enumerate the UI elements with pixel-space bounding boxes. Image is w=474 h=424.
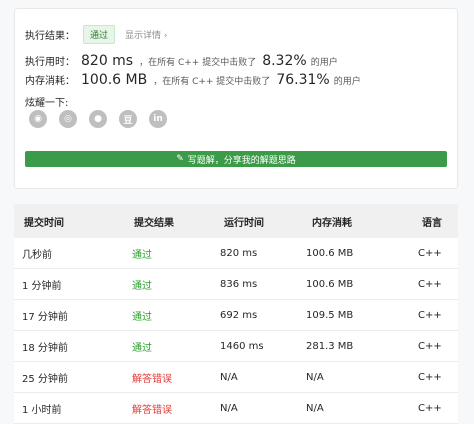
result-label: 执行结果： [25, 31, 75, 42]
memory-value: 100.6 MB [81, 72, 148, 88]
table-row: 18 分钟前 通过 1460 ms 281.3 MB C++ [14, 331, 458, 362]
runtime-percent: 8.32% [262, 53, 307, 69]
submissions-table: 提交时间 提交结果 运行时间 内存消耗 语言 几秒前 通过 820 ms 100… [14, 204, 458, 424]
cell-time: 1 小时前 [22, 404, 62, 416]
douban-icon[interactable]: 豆 [119, 110, 137, 128]
status-badge: 通过 [83, 25, 116, 44]
cell-time: 17 分钟前 [22, 311, 68, 323]
share-label: 炫耀一下: [25, 98, 69, 109]
cell-language: C++ [418, 402, 442, 414]
cell-runtime: 1460 ms [220, 340, 264, 352]
memory-percent: 76.31% [276, 72, 330, 88]
memory-label: 内存消耗： [25, 76, 75, 87]
table-row: 17 分钟前 通过 692 ms 109.5 MB C++ [14, 300, 458, 331]
cell-memory: 100.6 MB [306, 247, 354, 259]
cell-result-link[interactable]: 通过 [94, 339, 202, 354]
cell-memory: 109.5 MB [306, 309, 354, 321]
cell-time: 25 分钟前 [22, 373, 68, 385]
cell-runtime: 692 ms [220, 309, 258, 321]
pencil-icon: ✎ [176, 154, 184, 164]
cell-language: C++ [418, 340, 442, 352]
cell-runtime: 820 ms [220, 247, 258, 259]
header-language: 语言 [422, 217, 442, 229]
header-runtime: 运行时间 [224, 217, 264, 229]
show-details-link[interactable]: 显示详情 › [125, 28, 167, 41]
cell-language: C++ [418, 371, 442, 383]
cell-result-link[interactable]: 通过 [94, 308, 202, 323]
cell-runtime: N/A [220, 371, 238, 383]
cell-language: C++ [418, 247, 442, 259]
cell-language: C++ [418, 309, 442, 321]
cell-runtime: N/A [220, 402, 238, 414]
cell-memory: N/A [306, 402, 324, 414]
runtime-mid-text: ，在所有 C++ 提交中击败了 [139, 58, 257, 68]
header-memory: 内存消耗 [312, 217, 352, 229]
memory-stat: 内存消耗： 100.6 MB ，在所有 C++ 提交中击败了 76.31% 的用… [25, 72, 361, 88]
qq-icon[interactable]: ● [89, 110, 107, 128]
weibo-icon[interactable]: ◎ [59, 110, 77, 128]
cell-result-link[interactable]: 通过 [94, 277, 202, 292]
table-row: 25 分钟前 解答错误 N/A N/A C++ [14, 362, 458, 393]
cell-result-link[interactable]: 解答错误 [94, 401, 202, 416]
cell-time: 几秒前 [22, 249, 52, 261]
write-solution-button[interactable]: ✎ 写题解，分享我的解题思路 [25, 151, 447, 167]
cell-memory: N/A [306, 371, 324, 383]
result-card: 执行结果： 通过 显示详情 › 执行用时： 820 ms ，在所有 C++ 提交… [14, 8, 458, 189]
memory-tail-text: 的用户 [333, 77, 361, 87]
table-row: 1 分钟前 通过 836 ms 100.6 MB C++ [14, 269, 458, 300]
table-header: 提交时间 提交结果 运行时间 内存消耗 语言 [14, 204, 458, 238]
runtime-value: 820 ms [81, 53, 134, 69]
runtime-label: 执行用时： [25, 57, 75, 68]
cell-memory: 100.6 MB [306, 278, 354, 290]
cell-time: 1 分钟前 [22, 280, 62, 292]
cell-memory: 281.3 MB [306, 340, 354, 352]
header-result: 提交结果 [134, 217, 174, 229]
cell-time: 18 分钟前 [22, 342, 68, 354]
result-row: 执行结果： 通过 显示详情 › [25, 25, 167, 44]
write-solution-label: 写题解，分享我的解题思路 [187, 155, 296, 166]
cell-runtime: 836 ms [220, 278, 258, 290]
linkedin-icon[interactable]: in [149, 110, 167, 128]
share-icons: ◉ ◎ ● 豆 in [29, 110, 167, 128]
table-row: 几秒前 通过 820 ms 100.6 MB C++ [14, 238, 458, 269]
runtime-tail-text: 的用户 [310, 58, 338, 68]
table-row: 1 小时前 解答错误 N/A N/A C++ [14, 393, 458, 424]
memory-mid-text: ，在所有 C++ 提交中击败了 [153, 77, 271, 87]
cell-language: C++ [418, 278, 442, 290]
header-submit-time: 提交时间 [24, 217, 64, 229]
wechat-icon[interactable]: ◉ [29, 110, 47, 128]
cell-result-link[interactable]: 解答错误 [94, 370, 202, 385]
runtime-stat: 执行用时： 820 ms ，在所有 C++ 提交中击败了 8.32% 的用户 [25, 53, 338, 69]
cell-result-link[interactable]: 通过 [94, 246, 202, 261]
